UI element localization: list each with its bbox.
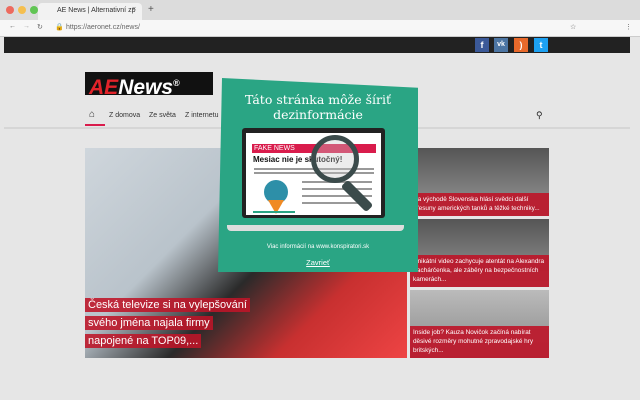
- browser-tab[interactable]: AE News | Alternativní zp: [38, 3, 142, 20]
- laptop-base: [227, 225, 404, 231]
- active-indicator: [85, 124, 105, 126]
- nav-z-internetu[interactable]: Z internetu: [185, 112, 218, 119]
- minimize-window-button[interactable]: [18, 6, 26, 14]
- text-line: [302, 202, 362, 204]
- facebook-icon[interactable]: f: [475, 38, 489, 52]
- lock-icon: 🔒: [55, 24, 64, 31]
- reload-icon[interactable]: ↻: [37, 23, 43, 31]
- side-article-title[interactable]: Inside job? Kauza Novičok začíná nabírat…: [410, 326, 549, 358]
- forward-icon[interactable]: →: [23, 23, 30, 30]
- underline-bar: [253, 211, 295, 213]
- rss-icon[interactable]: ): [514, 38, 528, 52]
- site-logo[interactable]: AENews®: [85, 72, 213, 99]
- tab-title: AE News | Alternativní zp: [57, 7, 136, 14]
- nav-z-domova[interactable]: Z domova: [109, 112, 140, 119]
- side-article-title[interactable]: Na východě Slovenska hlásí svědci další …: [410, 193, 549, 216]
- vk-icon[interactable]: vk: [494, 38, 508, 52]
- search-icon[interactable]: ⚲: [536, 110, 543, 121]
- close-popup-button[interactable]: Zavrieť: [218, 258, 418, 267]
- text-line: [254, 172, 374, 174]
- text-line: [302, 188, 372, 190]
- magnifier-icon: [311, 135, 359, 183]
- side-article[interactable]: Na východě Slovenska hlásí svědci další …: [410, 148, 549, 216]
- back-icon[interactable]: ←: [9, 23, 16, 30]
- new-tab-button[interactable]: +: [148, 4, 154, 15]
- popup-title: Táto stránka môže šíriť dezinformácie: [244, 92, 391, 122]
- side-article-title[interactable]: Unikátní video zachycuje atentát na Alex…: [410, 255, 549, 287]
- side-article[interactable]: Unikátní video zachycuje atentát na Alex…: [410, 219, 549, 287]
- home-icon[interactable]: ⌂: [89, 109, 95, 120]
- more-info-link[interactable]: Viac informácií na www.konspiratori.sk: [218, 244, 418, 250]
- tab-close-icon[interactable]: ×: [132, 6, 136, 13]
- bookmark-star-icon[interactable]: ☆: [570, 23, 576, 31]
- hero-article-title[interactable]: Česká televize si na vylepšování svého j…: [85, 296, 255, 350]
- menu-icon[interactable]: ⋮: [625, 23, 632, 31]
- maximize-window-button[interactable]: [30, 6, 38, 14]
- twitter-icon[interactable]: t: [534, 38, 548, 52]
- close-window-button[interactable]: [6, 6, 14, 14]
- address-bar: ← → ↻ 🔒 https://aeronet.cz/news/ ☆ ⋮: [0, 20, 640, 37]
- nav-ze-sveta[interactable]: Ze světa: [149, 112, 176, 119]
- side-article[interactable]: Inside job? Kauza Novičok začíná nabírat…: [410, 290, 549, 358]
- url-input[interactable]: https://aeronet.cz/news/: [66, 24, 140, 31]
